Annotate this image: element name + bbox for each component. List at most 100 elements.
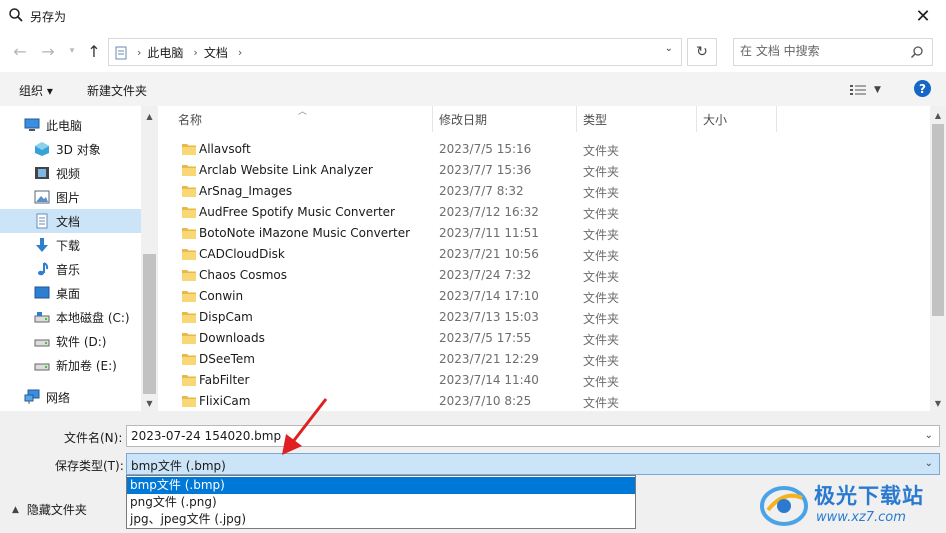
nav-scroll-thumb[interactable] <box>143 254 156 394</box>
nav-item-label: 网络 <box>46 390 71 405</box>
nav-item[interactable]: 软件 (D:) <box>0 329 141 353</box>
savetype-select[interactable]: bmp文件 (.bmp) ⌄ <box>126 453 940 475</box>
column-divider[interactable] <box>576 106 577 132</box>
nav-scrollbar[interactable]: ▲ ▼ <box>141 106 158 411</box>
search-icon <box>9 8 23 22</box>
arrow-up-icon: ↑ <box>87 41 101 61</box>
scroll-up-icon[interactable]: ▲ <box>141 108 158 124</box>
file-scroll-thumb[interactable] <box>932 124 944 316</box>
chevron-down-icon[interactable]: ⌄ <box>925 458 933 469</box>
organize-menu[interactable]: 组织 ▾ <box>19 82 53 99</box>
view-options-button[interactable]: ▼ <box>850 82 890 98</box>
file-row[interactable]: Conwin 2023/7/14 17:10 文件夹 <box>158 286 928 307</box>
file-date: 2023/7/24 7:32 <box>439 268 532 282</box>
help-button[interactable]: ? <box>914 80 931 97</box>
file-row[interactable]: FlixiCam 2023/7/10 8:25 文件夹 <box>158 391 928 412</box>
chevron-right-icon: › <box>237 46 243 59</box>
file-row[interactable]: BotoNote iMazone Music Converter 2023/7/1… <box>158 223 928 244</box>
file-list-scrollbar[interactable]: ▲ ▼ <box>930 106 946 411</box>
filename-field[interactable]: 2023-07-24 154020.bmp ⌄ <box>126 425 940 447</box>
hide-folders-label: 隐藏文件夹 <box>26 503 87 517</box>
nav-item[interactable]: 网络 <box>0 385 141 409</box>
file-name: FlixiCam <box>199 394 251 408</box>
savetype-label: 保存类型(T): <box>55 459 124 473</box>
file-row[interactable]: Allavsoft 2023/7/5 15:16 文件夹 <box>158 139 928 160</box>
savetype-option-bmp[interactable]: bmp文件 (.bmp) <box>127 477 635 494</box>
file-name: AudFree Spotify Music Converter <box>199 205 395 219</box>
file-date: 2023/7/12 16:32 <box>439 205 539 219</box>
file-row[interactable]: CADCloudDisk 2023/7/21 10:56 文件夹 <box>158 244 928 265</box>
network-icon <box>24 389 40 405</box>
column-header-type[interactable]: 类型 <box>583 106 607 132</box>
folder-icon <box>182 375 196 386</box>
scroll-down-icon[interactable]: ▼ <box>141 395 158 411</box>
column-divider[interactable] <box>696 106 697 132</box>
documents-icon <box>34 213 50 229</box>
nav-item[interactable]: 本地磁盘 (C:) <box>0 305 141 329</box>
chevron-down-icon[interactable]: ⌄ <box>925 430 933 441</box>
file-type: 文件夹 <box>583 186 620 200</box>
nav-item[interactable]: 此电脑 <box>0 113 141 137</box>
forward-button[interactable]: → <box>38 41 58 61</box>
nav-item[interactable]: 新加卷 (E:) <box>0 353 141 377</box>
back-button[interactable]: ← <box>10 41 30 61</box>
scroll-down-icon[interactable]: ▼ <box>930 395 946 411</box>
file-row[interactable]: Chaos Cosmos 2023/7/24 7:32 文件夹 <box>158 265 928 286</box>
column-divider[interactable] <box>776 106 777 132</box>
music-icon <box>34 261 50 277</box>
folder-icon <box>182 354 196 365</box>
arrow-right-icon: → <box>41 41 55 61</box>
breadcrumb-this-pc[interactable]: 此电脑 <box>147 44 183 61</box>
file-type: 文件夹 <box>583 165 620 179</box>
chevron-down-icon: ▾ <box>69 46 75 56</box>
nav-item[interactable]: 视频 <box>0 161 141 185</box>
hide-folders-toggle[interactable]: ▲ 隐藏文件夹 <box>12 501 87 518</box>
desktop-icon <box>34 285 50 301</box>
savetype-option-png[interactable]: png文件 (.png) <box>127 494 635 511</box>
command-bar: 组织 ▾ 新建文件夹 ▼ ? <box>0 72 946 106</box>
file-row[interactable]: DSeeTem 2023/7/21 12:29 文件夹 <box>158 349 928 370</box>
search-box[interactable] <box>733 38 933 66</box>
file-row[interactable]: FabFilter 2023/7/14 11:40 文件夹 <box>158 370 928 391</box>
new-folder-button[interactable]: 新建文件夹 <box>87 82 147 99</box>
filename-value[interactable]: 2023-07-24 154020.bmp <box>131 429 281 443</box>
column-header-size[interactable]: 大小 <box>703 106 727 132</box>
up-button[interactable]: ↑ <box>84 41 104 61</box>
recent-locations-button[interactable]: ▾ <box>62 41 82 61</box>
refresh-button[interactable]: ↻ <box>687 38 717 66</box>
chevron-down-icon[interactable]: ⌄ <box>665 43 673 54</box>
search-input[interactable] <box>740 44 900 58</box>
nav-item[interactable]: 下载 <box>0 233 141 257</box>
column-divider[interactable] <box>432 106 433 132</box>
file-row[interactable]: ArSnag_Images 2023/7/7 8:32 文件夹 <box>158 181 928 202</box>
nav-item-label: 下载 <box>56 238 81 253</box>
nav-item[interactable]: 桌面 <box>0 281 141 305</box>
savetype-option-jpg[interactable]: jpg、jpeg文件 (.jpg) <box>127 511 635 528</box>
file-row[interactable]: DispCam 2023/7/13 15:03 文件夹 <box>158 307 928 328</box>
file-name: Arclab Website Link Analyzer <box>199 163 373 177</box>
help-icon: ? <box>919 81 926 96</box>
address-bar[interactable]: › 此电脑 › 文档 › ⌄ <box>108 38 682 66</box>
column-header-date[interactable]: 修改日期 <box>439 106 487 132</box>
file-type: 文件夹 <box>583 396 620 410</box>
breadcrumb-documents[interactable]: 文档 <box>204 44 228 61</box>
filename-label: 文件名(N): <box>64 431 123 445</box>
nav-item[interactable]: 3D 对象 <box>0 137 141 161</box>
file-type: 文件夹 <box>583 312 620 326</box>
title-bar: 另存为 ✕ <box>0 0 946 32</box>
nav-item[interactable]: 文档 <box>0 209 141 233</box>
nav-item[interactable]: 图片 <box>0 185 141 209</box>
close-button[interactable]: ✕ <box>908 3 938 29</box>
chevron-right-icon: › <box>137 46 142 59</box>
navigation-pane: 此电脑 3D 对象 视频 图片 文档下载音乐 桌面 本地磁盘 (C:) 软件 (D:) 新加卷 … <box>0 106 158 411</box>
file-row[interactable]: AudFree Spotify Music Converter 2023/7/12… <box>158 202 928 223</box>
file-name: BotoNote iMazone Music Converter <box>199 226 411 240</box>
savetype-value[interactable]: bmp文件 (.bmp) <box>131 457 226 474</box>
column-header-name[interactable]: 名称 <box>178 106 202 132</box>
file-type: 文件夹 <box>583 228 620 242</box>
file-type: 文件夹 <box>583 270 620 284</box>
scroll-up-icon[interactable]: ▲ <box>930 107 946 123</box>
file-row[interactable]: Downloads 2023/7/5 17:55 文件夹 <box>158 328 928 349</box>
file-row[interactable]: Arclab Website Link Analyzer 2023/7/7 15:… <box>158 160 928 181</box>
nav-item[interactable]: 音乐 <box>0 257 141 281</box>
